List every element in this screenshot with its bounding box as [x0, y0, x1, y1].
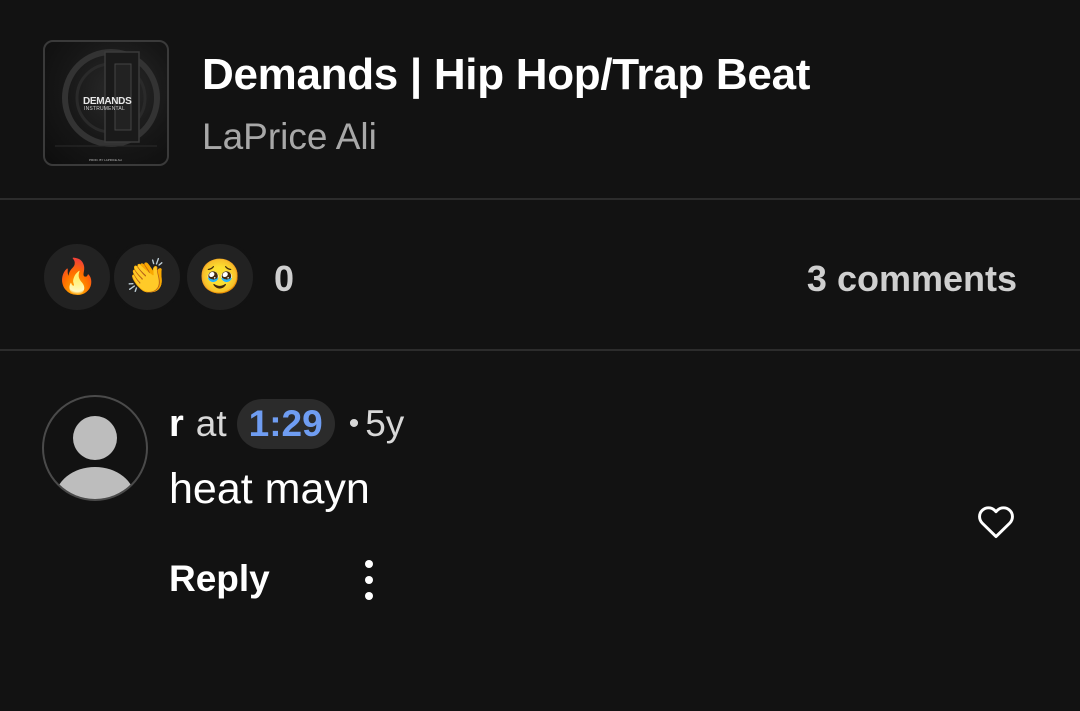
- reactions-divider: [0, 349, 1080, 351]
- track-header: DEMANDS INSTRUMENTAL PROD. BY LAPRICE AL…: [0, 0, 1080, 199]
- pleading-face-icon: 🥹: [198, 258, 242, 296]
- comment-username[interactable]: r: [169, 403, 184, 446]
- header-divider: [0, 198, 1080, 200]
- heart-outline-icon: [978, 506, 1014, 539]
- vertical-ellipsis-icon: [365, 592, 373, 600]
- reply-button[interactable]: Reply: [169, 558, 270, 600]
- more-options-button[interactable]: [351, 556, 387, 604]
- timestamp-link[interactable]: 1:29: [236, 399, 335, 449]
- like-button[interactable]: [975, 500, 1017, 542]
- artwork-subtitle: INSTRUMENTAL: [84, 106, 125, 112]
- avatar[interactable]: [42, 395, 148, 501]
- track-artwork[interactable]: DEMANDS INSTRUMENTAL PROD. BY LAPRICE AL…: [43, 40, 169, 166]
- reaction-clapping-hands[interactable]: 👏: [111, 241, 183, 313]
- meta-separator: •: [348, 407, 360, 440]
- comment-age: 5y: [365, 403, 405, 444]
- vertical-ellipsis-icon: [365, 560, 373, 568]
- reaction-fire[interactable]: 🔥: [41, 241, 113, 313]
- fire-icon: 🔥: [55, 258, 99, 296]
- artwork-credit: PROD. BY LAPRICE ALI: [89, 158, 123, 162]
- clapping-hands-icon: 👏: [125, 258, 169, 296]
- reaction-pleading-face[interactable]: 🥹: [184, 241, 256, 313]
- comment-text: heat mayn: [169, 465, 370, 513]
- track-title[interactable]: Demands | Hip Hop/Trap Beat: [202, 50, 810, 100]
- comment-count[interactable]: 3 comments: [807, 258, 1017, 300]
- vertical-ellipsis-icon: [365, 576, 373, 584]
- default-user-icon: [55, 416, 135, 499]
- at-label: at: [195, 403, 227, 444]
- track-artist[interactable]: LaPrice Ali: [202, 116, 377, 158]
- comments-panel: DEMANDS INSTRUMENTAL PROD. BY LAPRICE AL…: [0, 0, 1080, 711]
- comment-meta: r at 1:29 • 5y: [169, 396, 404, 452]
- reaction-count: 0: [274, 258, 295, 299]
